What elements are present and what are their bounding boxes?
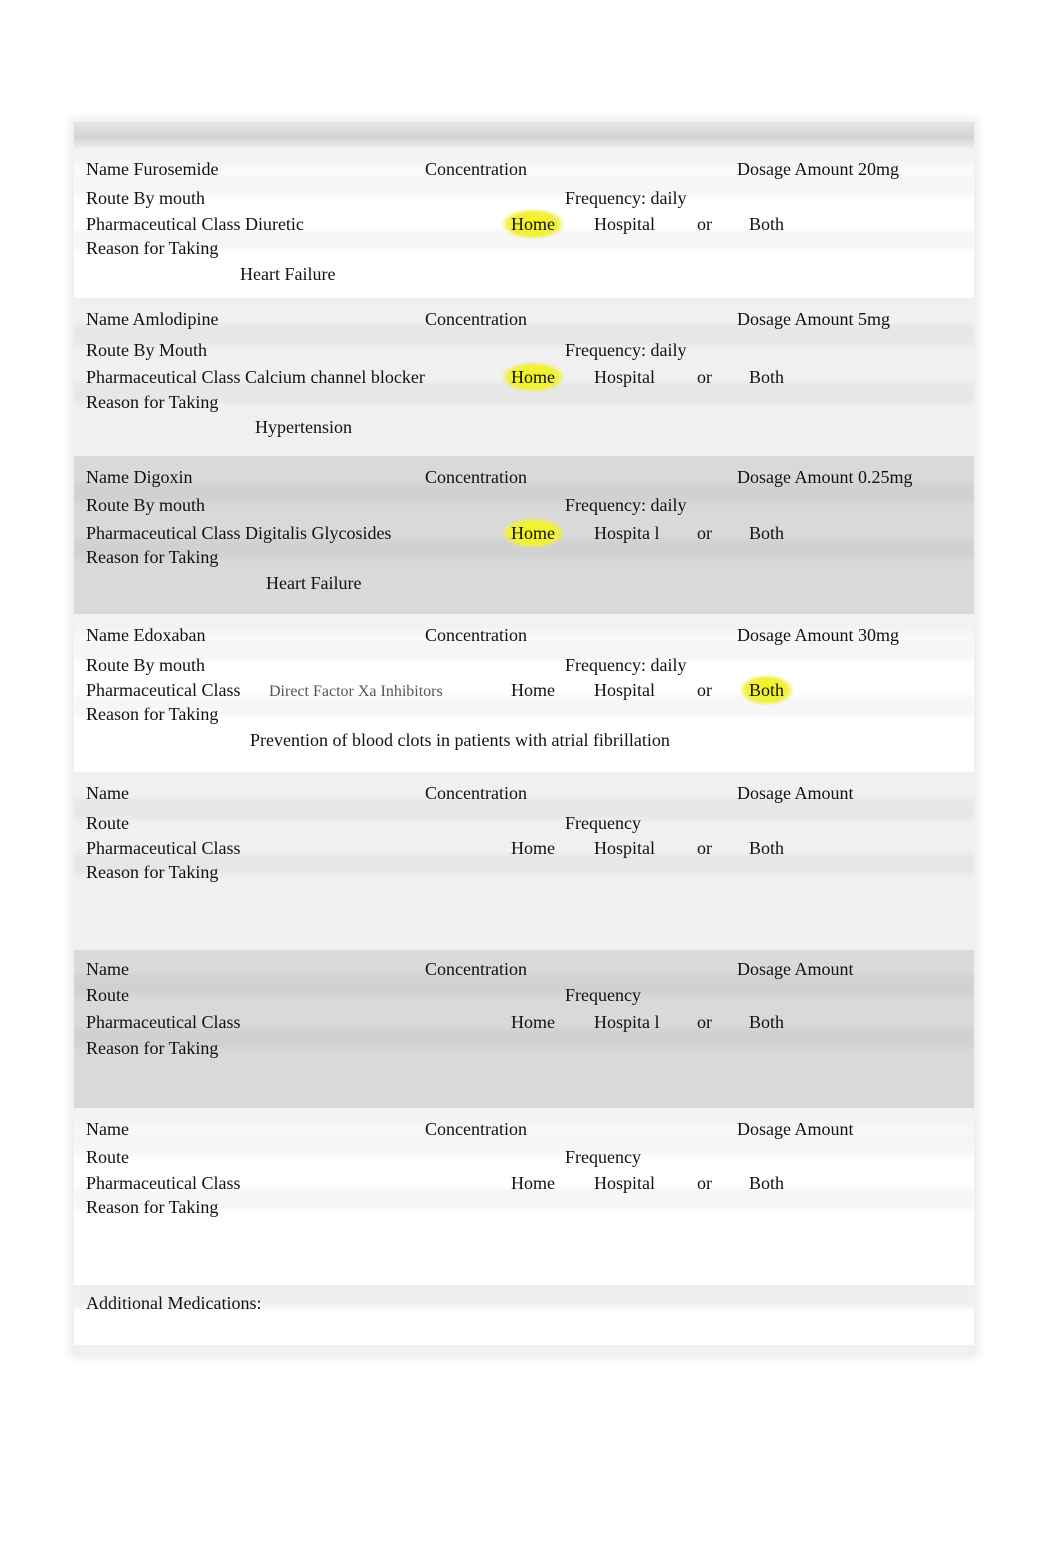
- reason-label: Reason for Taking: [86, 1197, 219, 1217]
- route-field[interactable]: Route: [86, 812, 129, 834]
- name-field[interactable]: Name Amlodipine: [86, 308, 218, 330]
- reason-field[interactable]: [86, 1066, 946, 1106]
- additional-medications-section: Additional Medications:: [74, 1285, 974, 1345]
- reason-label: Reason for Taking: [86, 547, 219, 567]
- reason-value[interactable]: Heart Failure: [240, 263, 335, 285]
- route-field[interactable]: Route: [86, 1146, 129, 1168]
- dosage-amount-field[interactable]: Dosage Amount: [737, 1118, 854, 1140]
- option-hospital[interactable]: Hospital: [594, 213, 655, 235]
- dosage-amount-field[interactable]: Dosage Amount 30mg: [737, 624, 899, 646]
- concentration-field[interactable]: Concentration: [425, 624, 527, 646]
- medication-form: Name Furosemide Concentration Dosage Amoun…: [74, 122, 974, 1354]
- route-field[interactable]: Route By Mouth: [86, 339, 207, 361]
- pharmaceutical-class-field[interactable]: Pharmaceutical Class: [86, 837, 240, 859]
- option-home[interactable]: Home: [511, 837, 555, 859]
- pharmaceutical-class-field[interactable]: Pharmaceutical Class: [86, 1011, 240, 1033]
- option-hospital[interactable]: Hospita l: [594, 1011, 660, 1033]
- option-or-label: or: [697, 523, 712, 543]
- option-both[interactable]: Both: [749, 213, 784, 235]
- reason-label: Reason for Taking: [86, 238, 219, 258]
- frequency-field[interactable]: Frequency: daily: [565, 187, 686, 209]
- dosage-amount-field[interactable]: Dosage Amount 0.25mg: [737, 466, 913, 488]
- reason-field[interactable]: [86, 890, 946, 930]
- additional-medications-label: Additional Medications:: [86, 1293, 262, 1313]
- name-field[interactable]: Name: [86, 782, 129, 804]
- concentration-field[interactable]: Concentration: [425, 1118, 527, 1140]
- additional-medications-field[interactable]: [86, 1317, 946, 1339]
- concentration-field[interactable]: Concentration: [425, 308, 527, 330]
- route-field[interactable]: Route: [86, 984, 129, 1006]
- option-hospital[interactable]: Hospita l: [594, 522, 660, 544]
- frequency-field[interactable]: Frequency: [565, 812, 641, 834]
- option-home[interactable]: Home: [502, 362, 564, 392]
- frequency-field[interactable]: Frequency: [565, 984, 641, 1006]
- pharmaceutical-class-field[interactable]: Pharmaceutical Class Digitalis Glycoside…: [86, 522, 391, 544]
- name-field[interactable]: Name Edoxaban: [86, 624, 205, 646]
- reason-label: Reason for Taking: [86, 1038, 219, 1058]
- option-both[interactable]: Both: [740, 675, 794, 705]
- medication-entry: Name Concentration Dosage Amount Route Frequ…: [74, 950, 974, 1108]
- option-or-label: or: [697, 1173, 712, 1193]
- reason-value[interactable]: Heart Failure: [266, 572, 361, 594]
- frequency-field[interactable]: Frequency: daily: [565, 339, 686, 361]
- route-field[interactable]: Route By mouth: [86, 187, 205, 209]
- frequency-field[interactable]: Frequency: daily: [565, 654, 686, 676]
- reason-label: Reason for Taking: [86, 862, 219, 882]
- name-field[interactable]: Name: [86, 958, 129, 980]
- option-both[interactable]: Both: [749, 522, 784, 544]
- option-home[interactable]: Home: [502, 518, 564, 548]
- option-or-label: or: [697, 367, 712, 387]
- medication-entry: Name Digoxin Concentration Dosage Amount 0…: [74, 456, 974, 614]
- pharmaceutical-class-field[interactable]: Pharmaceutical Class: [86, 1172, 240, 1194]
- medication-entry: Name Edoxaban Concentration Dosage Amount …: [74, 614, 974, 772]
- dosage-amount-field[interactable]: Dosage Amount 20mg: [737, 158, 899, 180]
- option-both[interactable]: Both: [749, 366, 784, 388]
- form-header-band: [74, 122, 974, 148]
- pharmaceutical-class-field[interactable]: Pharmaceutical Class Diuretic: [86, 213, 304, 235]
- option-home[interactable]: Home: [511, 1172, 555, 1194]
- option-home[interactable]: Home: [502, 209, 564, 239]
- option-hospital[interactable]: Hospital: [594, 1172, 655, 1194]
- concentration-field[interactable]: Concentration: [425, 958, 527, 980]
- option-both[interactable]: Both: [749, 1011, 784, 1033]
- pharmaceutical-class-field[interactable]: Pharmaceutical Class: [86, 679, 240, 701]
- dosage-amount-field[interactable]: Dosage Amount: [737, 958, 854, 980]
- name-field[interactable]: Name: [86, 1118, 129, 1140]
- option-both[interactable]: Both: [749, 1172, 784, 1194]
- reason-value[interactable]: Prevention of blood clots in patients wi…: [250, 729, 670, 751]
- concentration-field[interactable]: Concentration: [425, 158, 527, 180]
- route-field[interactable]: Route By mouth: [86, 494, 205, 516]
- name-field[interactable]: Name Digoxin: [86, 466, 192, 488]
- medication-entry: Name Furosemide Concentration Dosage Amoun…: [74, 148, 974, 298]
- option-or-label: or: [697, 680, 712, 700]
- medication-entry: Name Concentration Dosage Amount Route Frequ…: [74, 772, 974, 950]
- reason-field[interactable]: [86, 1225, 946, 1265]
- concentration-field[interactable]: Concentration: [425, 466, 527, 488]
- concentration-field[interactable]: Concentration: [425, 782, 527, 804]
- option-hospital[interactable]: Hospital: [594, 679, 655, 701]
- option-or-label: or: [697, 1012, 712, 1032]
- dosage-amount-field[interactable]: Dosage Amount 5mg: [737, 308, 890, 330]
- option-or-label: or: [697, 838, 712, 858]
- option-home[interactable]: Home: [511, 1011, 555, 1033]
- pharmaceutical-class-field[interactable]: Pharmaceutical Class Calcium channel blo…: [86, 366, 425, 388]
- reason-value[interactable]: Hypertension: [255, 416, 352, 438]
- pharmaceutical-class-value[interactable]: Direct Factor Xa Inhibitors: [269, 681, 443, 703]
- option-hospital[interactable]: Hospital: [594, 837, 655, 859]
- name-field[interactable]: Name Furosemide: [86, 158, 218, 180]
- medication-entry: Name Concentration Dosage Amount Route Frequ…: [74, 1108, 974, 1285]
- route-field[interactable]: Route By mouth: [86, 654, 205, 676]
- reason-label: Reason for Taking: [86, 704, 219, 724]
- frequency-field[interactable]: Frequency: [565, 1146, 641, 1168]
- option-or-label: or: [697, 214, 712, 234]
- medication-entry: Name Amlodipine Concentration Dosage Amoun…: [74, 298, 974, 456]
- dosage-amount-field[interactable]: Dosage Amount: [737, 782, 854, 804]
- option-home[interactable]: Home: [511, 679, 555, 701]
- option-both[interactable]: Both: [749, 837, 784, 859]
- reason-label: Reason for Taking: [86, 392, 219, 412]
- frequency-field[interactable]: Frequency: daily: [565, 494, 686, 516]
- option-hospital[interactable]: Hospital: [594, 366, 655, 388]
